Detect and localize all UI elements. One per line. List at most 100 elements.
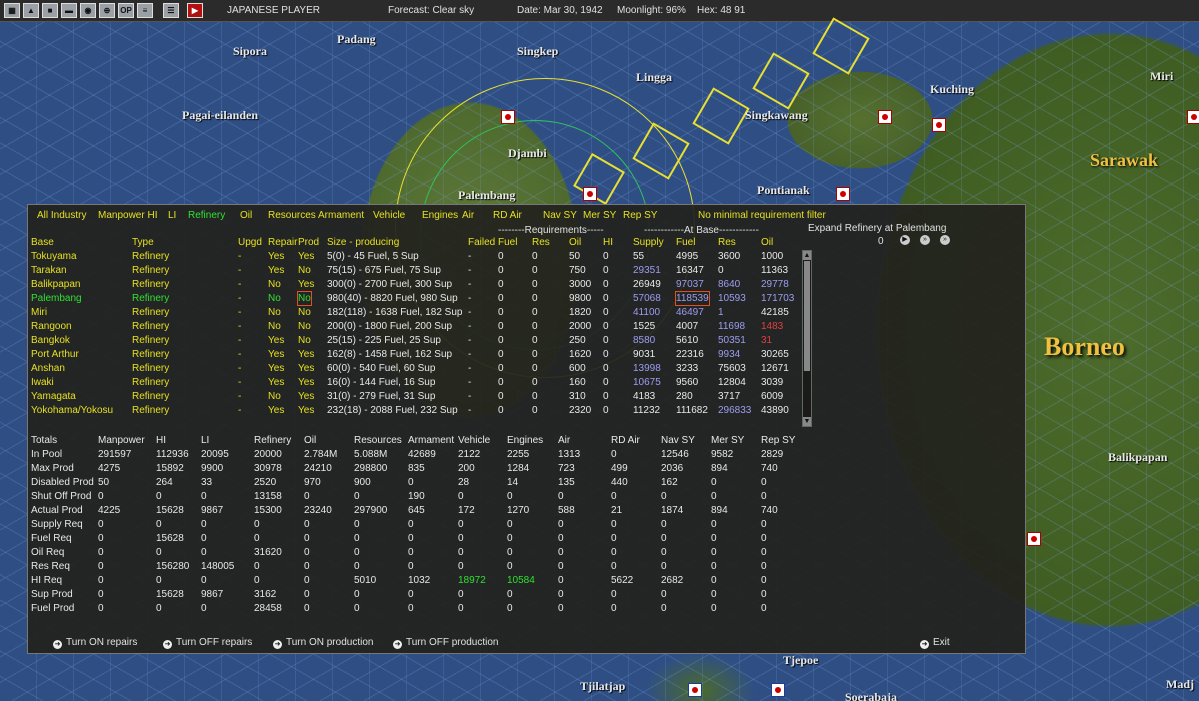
totals-cell: 0: [558, 603, 564, 614]
filter-rd-air[interactable]: RD Air: [493, 210, 522, 221]
cell-upgd: -: [238, 321, 242, 332]
cell-size: 980(40) - 8820 Fuel, 980 Sup: [327, 293, 458, 304]
filter-manpower-hi[interactable]: Manpower HI: [98, 210, 157, 221]
column-header-oil[interactable]: Oil: [569, 236, 581, 249]
totals-cell: 15892: [156, 463, 184, 474]
cell-repair[interactable]: No: [268, 292, 281, 305]
report-icon[interactable]: ≡: [137, 3, 153, 18]
exit-button[interactable]: ➜ Exit: [920, 637, 950, 649]
column-header-failed[interactable]: Failed: [468, 236, 495, 249]
column-header-supply[interactable]: Supply: [633, 236, 664, 249]
cell-repair[interactable]: Yes: [268, 250, 284, 263]
filter-air[interactable]: Air: [462, 210, 474, 221]
cell-prod[interactable]: Yes: [298, 390, 314, 403]
cell-repair[interactable]: Yes: [268, 334, 284, 347]
ops-icon[interactable]: OP: [118, 3, 134, 18]
cell-req-hi: 0: [603, 321, 609, 332]
scroll-thumb[interactable]: [804, 261, 810, 371]
scroll-up-icon[interactable]: ▲: [803, 251, 811, 260]
cell-oil: 29778: [761, 279, 789, 290]
base-icon[interactable]: ▬: [61, 3, 77, 18]
base-marker[interactable]: [1027, 532, 1041, 546]
cell-prod[interactable]: Yes: [298, 278, 314, 291]
column-header-upgd[interactable]: Upgd: [238, 236, 262, 249]
cell-repair[interactable]: No: [268, 278, 281, 291]
list-icon[interactable]: ☰: [163, 3, 179, 18]
cell-prod[interactable]: No: [298, 320, 311, 333]
globe-icon[interactable]: ◉: [80, 3, 96, 18]
filter-li[interactable]: LI: [168, 210, 176, 221]
cell-prod[interactable]: No: [297, 291, 312, 306]
filter-mer-sy[interactable]: Mer SY: [583, 210, 616, 221]
filter-armament[interactable]: Armament: [318, 210, 364, 221]
ship-icon[interactable]: ▲: [23, 3, 39, 18]
table-scrollbar[interactable]: ▲ ▼: [802, 250, 812, 427]
totals-cell: 33: [201, 477, 213, 488]
base-marker[interactable]: [771, 683, 785, 697]
totals-cell: 2036: [661, 463, 684, 474]
base-marker[interactable]: [932, 118, 946, 132]
column-header-size-producing[interactable]: Size - producing: [327, 236, 399, 249]
totals-cell: 0: [98, 491, 104, 502]
map-icon[interactable]: ▦: [4, 3, 20, 18]
cell-repair[interactable]: No: [268, 320, 281, 333]
turn-off-repairs-button[interactable]: ➜ Turn OFF repairs: [163, 637, 252, 649]
cell-prod[interactable]: Yes: [298, 362, 314, 375]
cell-repair[interactable]: Yes: [268, 362, 284, 375]
column-header-hi[interactable]: HI: [603, 236, 613, 249]
cell-req-res: 0: [532, 377, 538, 388]
turn-on-production-button[interactable]: ➜ Turn ON production: [273, 637, 373, 649]
end-turn-icon[interactable]: ▶: [187, 3, 203, 18]
totals-cell: 0: [98, 561, 104, 572]
column-header-type[interactable]: Type: [132, 236, 154, 249]
column-header-res[interactable]: Res: [532, 236, 550, 249]
cell-repair[interactable]: Yes: [268, 376, 284, 389]
totals-cell: 645: [408, 505, 425, 516]
filter-refinery[interactable]: Refinery: [188, 210, 225, 221]
cell-repair[interactable]: No: [268, 306, 281, 319]
cell-prod[interactable]: Yes: [298, 348, 314, 361]
column-header-fuel[interactable]: Fuel: [498, 236, 517, 249]
column-header-oil[interactable]: Oil: [761, 236, 773, 249]
cell-repair[interactable]: Yes: [268, 264, 284, 277]
filter-resources[interactable]: Resources: [268, 210, 316, 221]
cell-repair[interactable]: No: [268, 390, 281, 403]
base-marker[interactable]: [1187, 110, 1199, 124]
target-icon[interactable]: ⊕: [99, 3, 115, 18]
cell-prod[interactable]: Yes: [298, 404, 314, 417]
cell-prod[interactable]: No: [298, 264, 311, 277]
turn-on-repairs-button[interactable]: ➜ Turn ON repairs: [53, 637, 137, 649]
base-marker[interactable]: [688, 683, 702, 697]
filter-oil[interactable]: Oil: [240, 210, 252, 221]
cell-prod[interactable]: No: [298, 334, 311, 347]
cell-repair[interactable]: Yes: [268, 404, 284, 417]
filter-vehicle[interactable]: Vehicle: [373, 210, 405, 221]
column-header-fuel[interactable]: Fuel: [676, 236, 695, 249]
cell-req-oil: 310: [569, 391, 586, 402]
column-header-base[interactable]: Base: [31, 236, 54, 249]
cell-prod[interactable]: Yes: [298, 376, 314, 389]
filter-rep-sy[interactable]: Rep SY: [623, 210, 657, 221]
column-header-res[interactable]: Res: [718, 236, 736, 249]
turn-off-production-button[interactable]: ➜ Turn OFF production: [393, 637, 498, 649]
cell-prod[interactable]: Yes: [298, 250, 314, 263]
increase-icon[interactable]: ▶: [900, 235, 910, 245]
column-header-prod[interactable]: Prod: [298, 236, 319, 249]
filter-engines[interactable]: Engines: [422, 210, 458, 221]
filter-nav-sy[interactable]: Nav SY: [543, 210, 577, 221]
fast-forward-icon[interactable]: »: [920, 235, 930, 245]
max-icon[interactable]: »: [940, 235, 950, 245]
base-marker[interactable]: [583, 187, 597, 201]
cell-base: Bangkok: [31, 335, 70, 346]
column-header-repair[interactable]: Repair: [268, 236, 297, 249]
cell-prod[interactable]: No: [298, 306, 311, 319]
base-marker[interactable]: [878, 110, 892, 124]
base-marker[interactable]: [836, 187, 850, 201]
scroll-down-icon[interactable]: ▼: [803, 417, 811, 426]
cell-repair[interactable]: Yes: [268, 348, 284, 361]
land-icon[interactable]: ■: [42, 3, 58, 18]
base-marker[interactable]: [501, 110, 515, 124]
filter-no-minimal-requirement-filter[interactable]: No minimal requirement filter: [698, 210, 826, 221]
filter-all-industry[interactable]: All Industry: [37, 210, 86, 221]
cell-req-fuel: 0: [498, 265, 504, 276]
